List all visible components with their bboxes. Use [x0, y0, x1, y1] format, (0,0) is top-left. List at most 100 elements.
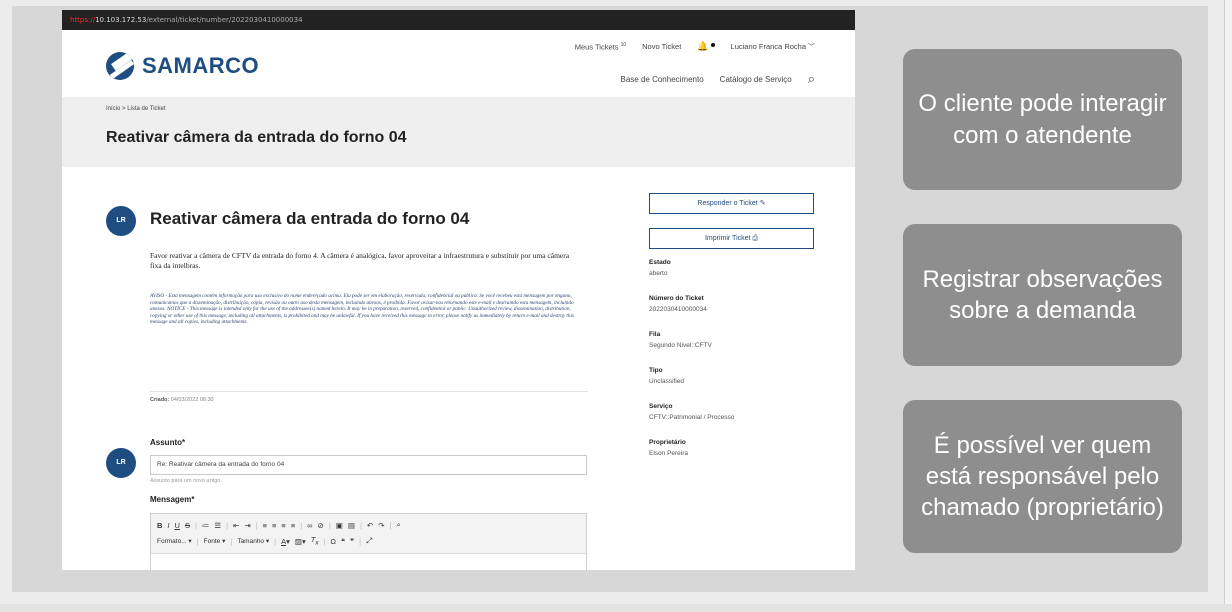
reply-ticket-label: Responder o Ticket [697, 200, 758, 207]
breadcrumb: Início > Lista de Ticket [106, 106, 166, 112]
legal-notice: AVISO - Esta mensagem contém informação … [150, 293, 574, 325]
unlink-icon[interactable]: ⊘ [318, 521, 324, 530]
field-value-queue: Segundo Nivel::CFTV [649, 342, 712, 349]
bullet-list-icon[interactable]: ☰ [214, 521, 221, 530]
knowledge-base-link[interactable]: Base de Conhecimento [621, 75, 704, 84]
user-menu[interactable]: Luciano Franca Rocha ﹀ [731, 42, 815, 52]
field-label-status: Estado [649, 259, 671, 266]
ticket-title: Reativar câmera da entrada do forno 04 [150, 209, 470, 228]
link-icon[interactable]: ∞ [307, 521, 312, 530]
breadcrumb-separator: > [122, 106, 126, 112]
secondary-nav: Base de Conhecimento Catálogo de Serviço… [621, 71, 816, 87]
subject-input[interactable]: Re: Reativar câmera da entrada do forno … [150, 455, 587, 475]
avatar: LR [106, 206, 136, 236]
table-icon[interactable]: ▤ [348, 521, 355, 530]
pencil-icon: ✎ [759, 200, 766, 207]
created-label: Criado: [150, 397, 170, 403]
format-dropdown[interactable]: Formato... ▾ [157, 537, 192, 545]
find-icon[interactable]: ⌕ [396, 520, 400, 530]
font-dropdown[interactable]: Fonte ▾ [204, 537, 226, 545]
subject-label: Assunto* [150, 438, 186, 447]
field-value-status: aberto [649, 270, 668, 277]
breadcrumb-home[interactable]: Início [106, 106, 120, 112]
search-icon[interactable]: ⌕ [808, 71, 815, 87]
toolbar-separator: | [226, 520, 229, 530]
maximize-icon[interactable]: ⤢ [366, 536, 372, 546]
size-dropdown[interactable]: Tamanho ▾ [237, 537, 269, 545]
divider [150, 391, 588, 392]
undo-icon[interactable]: ↶ [367, 521, 373, 530]
strikethrough-icon[interactable]: S [185, 521, 190, 530]
field-label-ticket-number: Número do Ticket [649, 295, 704, 302]
print-ticket-button[interactable]: Imprimir Ticket ⎙ [649, 228, 814, 249]
field-value-type: Unclassified [649, 378, 685, 385]
callout-observations: Registrar observações sobre a demanda [903, 224, 1182, 366]
window-edge-bottom [0, 604, 1232, 612]
print-ticket-label: Imprimir Ticket [704, 235, 751, 242]
breadcrumb-current[interactable]: Lista de Ticket [127, 106, 165, 112]
browser-window: https://10.103.172.53/external/ticket/nu… [62, 10, 855, 570]
special-char-icon[interactable]: Ω [330, 537, 336, 546]
toolbar-separator: | [359, 520, 362, 530]
blockquote-icon[interactable]: ❝ [341, 537, 345, 546]
message-label: Mensagem* [150, 495, 195, 504]
justify-icon[interactable]: ≡ [291, 521, 295, 530]
reply-ticket-button[interactable]: Responder o Ticket ✎ [649, 193, 814, 214]
subject-hint: Assunto para um novo artigo. [150, 478, 222, 484]
ticket-description: Favor reativar a câmera de CFTV da entra… [150, 251, 570, 270]
outdent-icon[interactable]: ⇤ [233, 521, 239, 530]
field-label-owner: Proprietário [649, 439, 686, 446]
created-value: 04/03/2022 08:30 [170, 397, 214, 403]
logo-text: SAMARCO [142, 53, 260, 78]
samarco-logo-icon [106, 52, 134, 80]
italic-icon[interactable]: I [167, 521, 169, 530]
code-icon[interactable]: ❞ [350, 537, 354, 546]
notification-dot [710, 43, 715, 47]
page-header: Início > Lista de Ticket Reativar câmera… [62, 97, 855, 167]
image-icon[interactable]: ▣ [336, 521, 343, 530]
font-dropdown-label: Fonte [203, 538, 221, 545]
underline-icon[interactable]: U [175, 521, 180, 530]
toolbar-separator: | [230, 536, 233, 546]
user-name: Luciano Franca Rocha [730, 41, 806, 51]
logo[interactable]: SAMARCO [106, 52, 259, 80]
field-label-queue: Fila [649, 331, 661, 338]
clear-format-icon[interactable]: Tx [311, 535, 319, 547]
notifications-button[interactable]: 🔔 [697, 41, 715, 52]
redo-icon[interactable]: ↷ [378, 521, 384, 530]
my-tickets-count: 10 [620, 41, 627, 48]
align-center-icon[interactable]: ≡ [272, 521, 276, 530]
url-path: /external/ticket/number/2022030410000034 [146, 16, 303, 24]
my-tickets-label: Meus Tickets [574, 42, 619, 52]
indent-icon[interactable]: ⇥ [244, 521, 250, 530]
created-date: Criado: 04/03/2022 08:30 [150, 397, 214, 403]
numbered-list-icon[interactable]: ≔ [202, 521, 210, 530]
bold-icon[interactable]: B [157, 521, 162, 530]
field-value-owner: Elson Pereira [649, 450, 689, 457]
bell-icon: 🔔 [697, 41, 709, 51]
callout-owner: É possível ver quem está responsável pel… [903, 400, 1182, 553]
toolbar-separator: | [196, 536, 199, 546]
field-label-service: Serviço [649, 403, 673, 410]
toolbar-separator: | [274, 536, 277, 546]
background-color-icon[interactable]: ▨▾ [295, 537, 306, 546]
message-editor[interactable]: B I U S | ≔ ☰ | ⇤ ⇥ | ≡ ≡ ≡ ≡ | ∞ ⊘ | ▣ [150, 513, 587, 570]
page-title: Reativar câmera da entrada do forno 04 [106, 129, 407, 146]
toolbar-separator: | [300, 520, 303, 530]
editor-toolbar: B I U S | ≔ ☰ | ⇤ ⇥ | ≡ ≡ ≡ ≡ | ∞ ⊘ | ▣ [151, 514, 586, 554]
toolbar-separator: | [389, 520, 392, 530]
field-value-service: CFTV::Patrimonial / Processo [649, 414, 735, 421]
new-ticket-link[interactable]: Novo Ticket [642, 42, 681, 51]
service-catalog-link[interactable]: Catálogo de Serviço [720, 75, 792, 84]
text-color-icon[interactable]: A▾ [281, 537, 290, 546]
align-right-icon[interactable]: ≡ [281, 521, 285, 530]
align-left-icon[interactable]: ≡ [263, 521, 267, 530]
toolbar-separator: | [255, 520, 258, 530]
format-dropdown-label: Formato... [157, 538, 187, 545]
toolbar-separator: | [359, 536, 362, 546]
reply-avatar: LR [106, 448, 136, 478]
toolbar-row-1: B I U S | ≔ ☰ | ⇤ ⇥ | ≡ ≡ ≡ ≡ | ∞ ⊘ | ▣ [157, 517, 580, 533]
url-scheme: https:// [70, 16, 96, 24]
my-tickets-link[interactable]: Meus Tickets 10 [575, 42, 626, 52]
address-bar[interactable]: https://10.103.172.53/external/ticket/nu… [62, 10, 855, 30]
